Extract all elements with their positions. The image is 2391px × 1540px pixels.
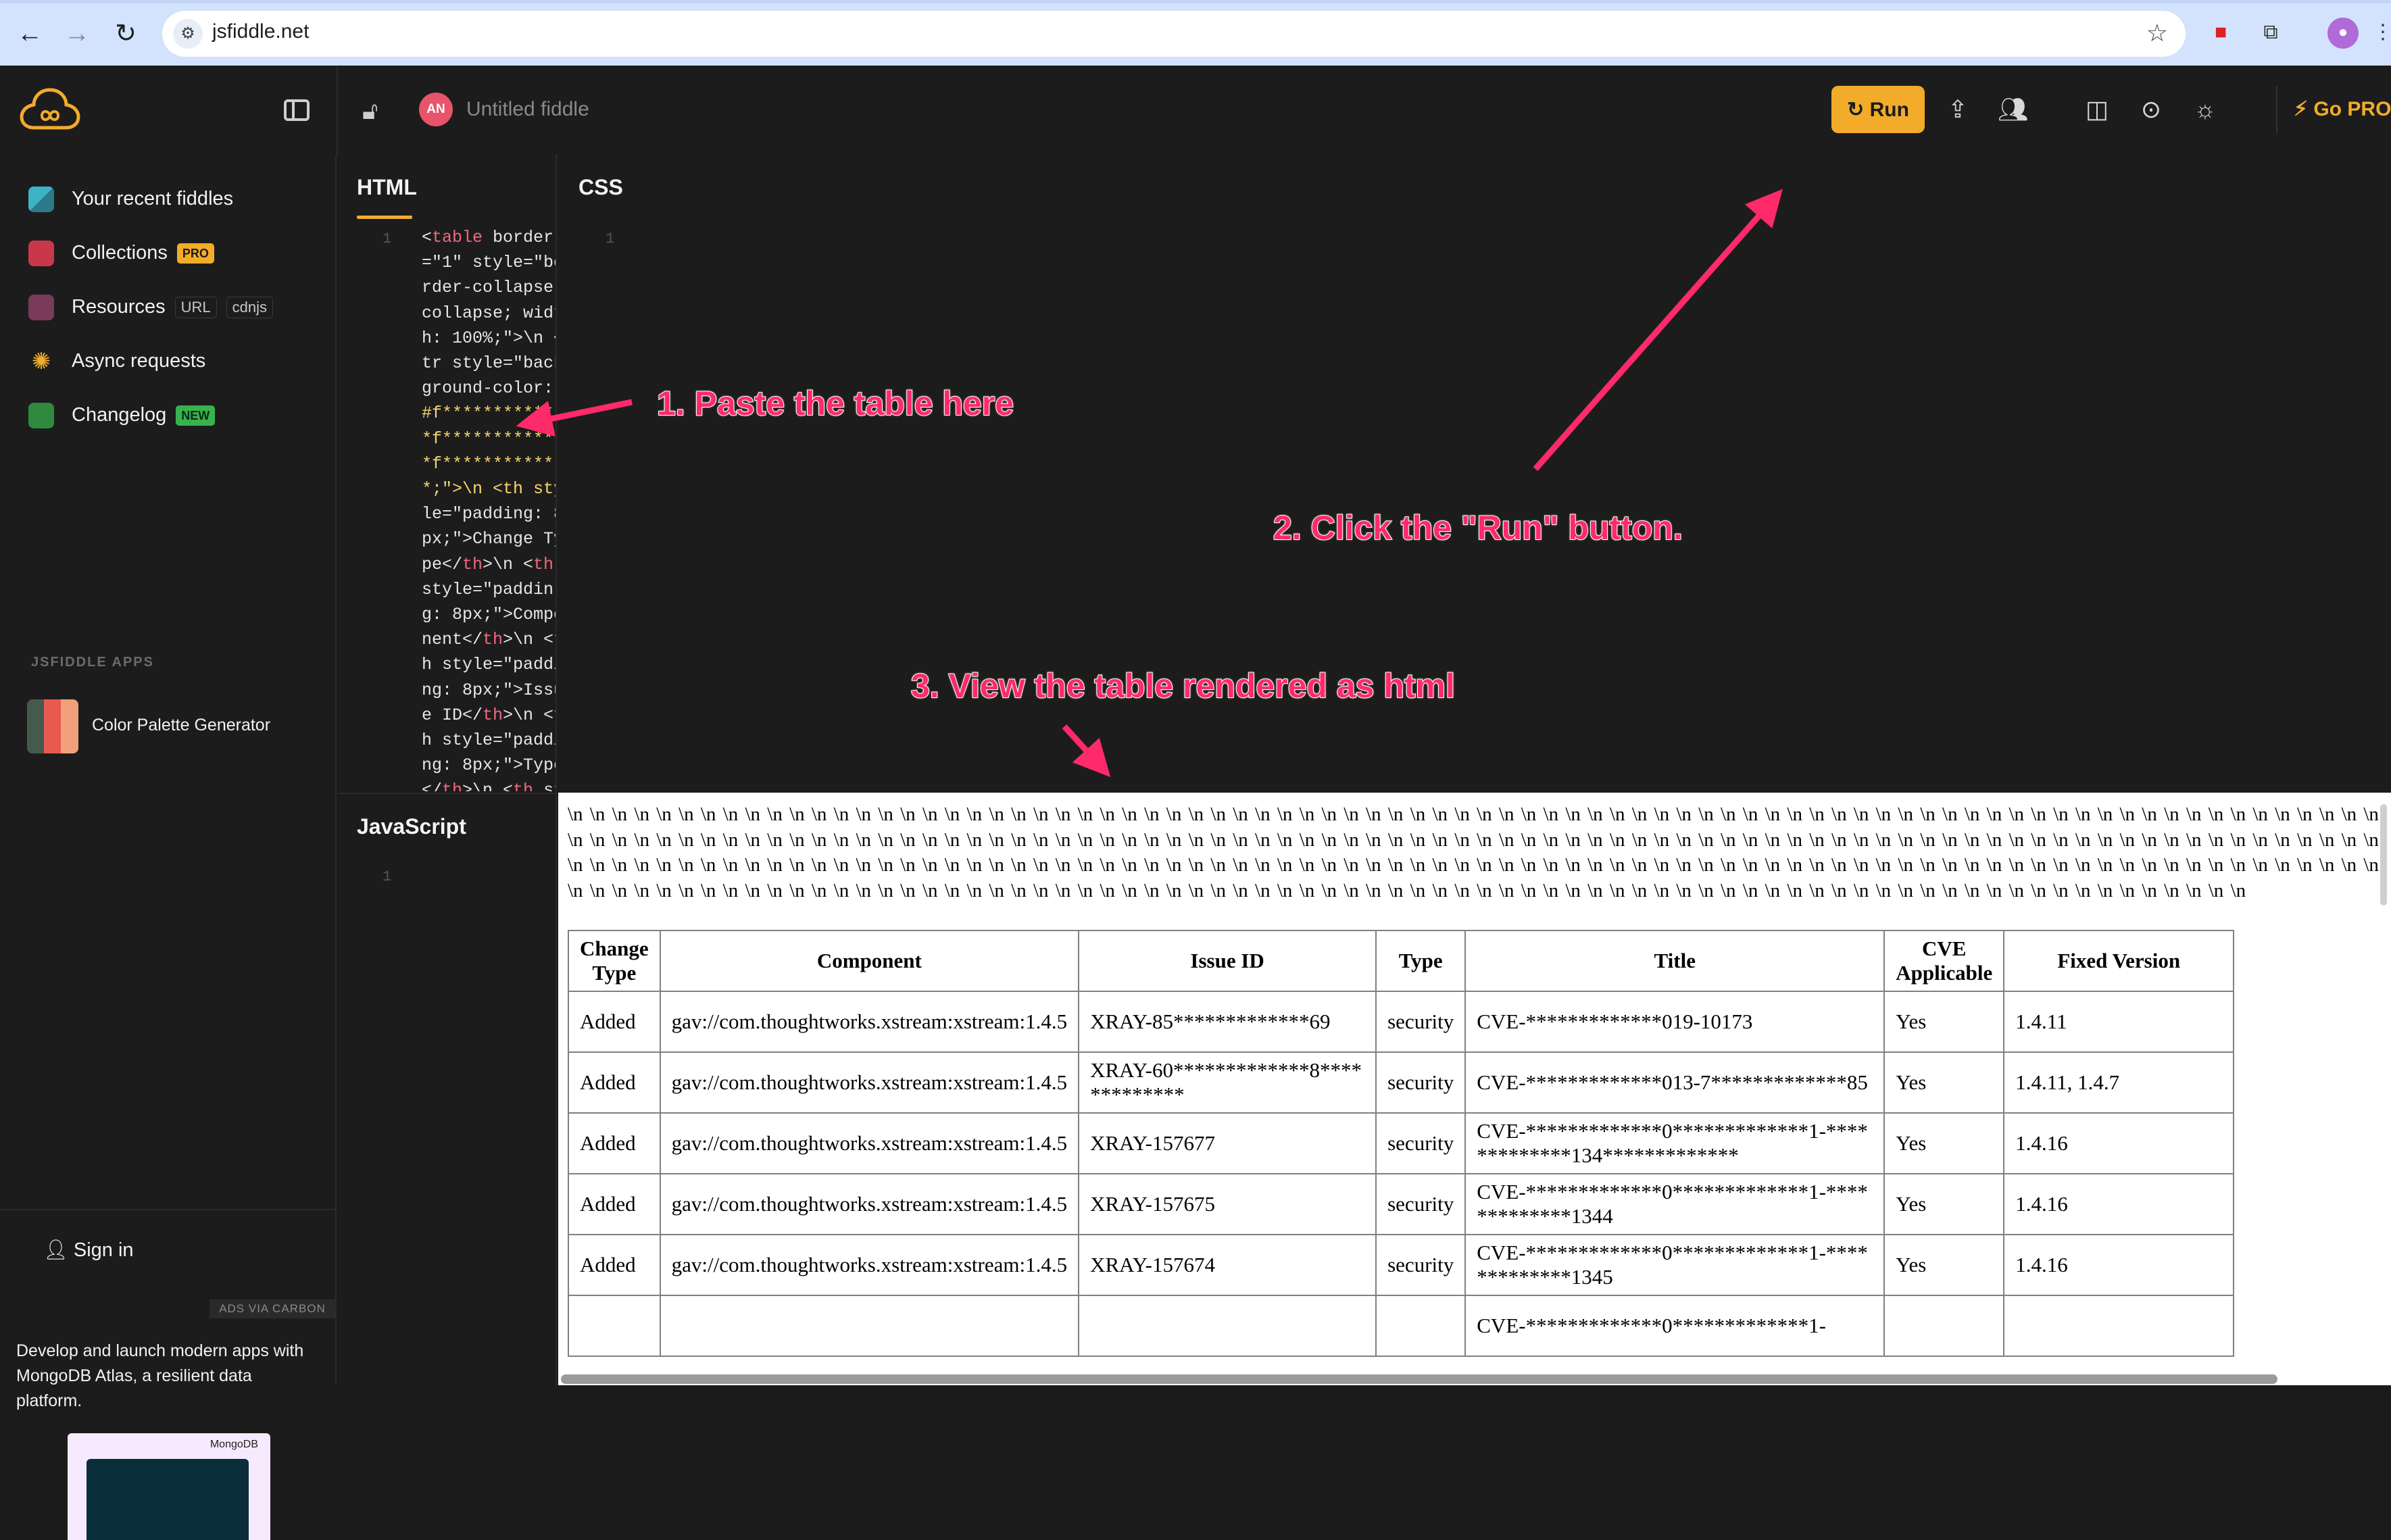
arrow-to-html-pane: [516, 399, 633, 437]
arrow-to-run-button: [1533, 189, 1783, 471]
ad-terminal-graphic: [87, 1459, 249, 1540]
annotation-step-3: 3. View the table rendered as html: [910, 666, 1456, 705]
annotation-step-2: 2. Click the "Run" button.: [1273, 508, 1683, 547]
arrow-to-result: [1062, 724, 1111, 777]
ad-image[interactable]: MongoDB: [68, 1433, 270, 1540]
annotation-step-1: 1. Paste the table here: [656, 384, 1014, 423]
ad-brand: MongoDB: [209, 1439, 258, 1450]
